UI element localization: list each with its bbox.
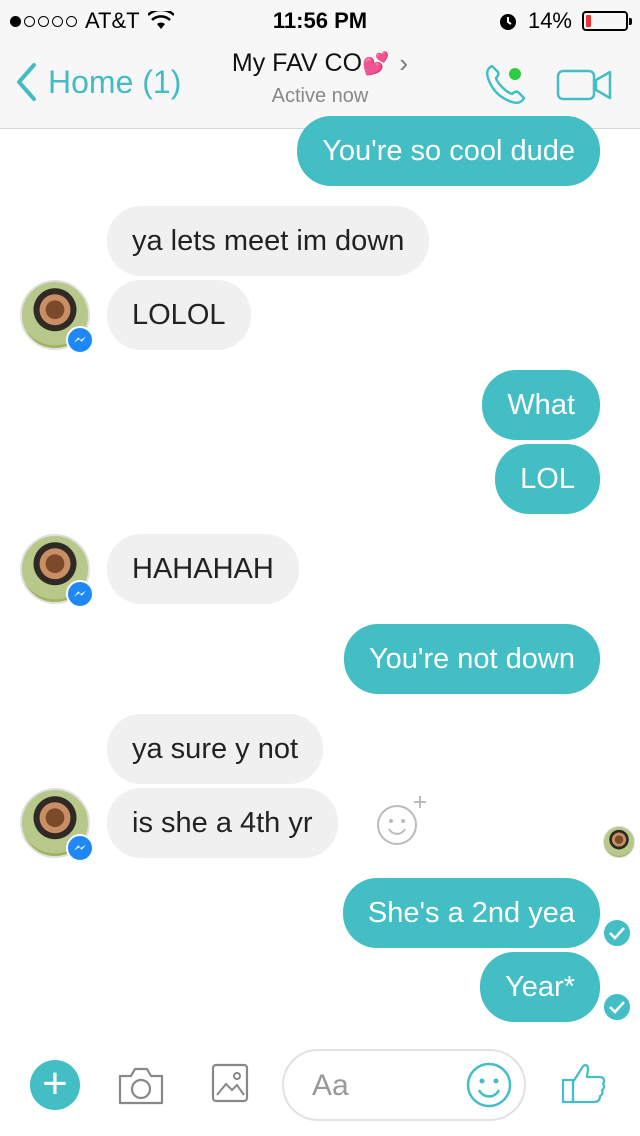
online-indicator — [509, 68, 521, 80]
heart-emoji: 💕 — [362, 51, 390, 76]
battery-percent: 14% — [527, 8, 572, 33]
message-bubble-incoming[interactable]: HAHAHAH — [107, 534, 299, 604]
gallery-icon[interactable] — [210, 1060, 250, 1106]
thumbs-up-icon[interactable] — [560, 1058, 608, 1106]
battery-icon — [582, 11, 632, 31]
message-bubble-outgoing[interactable]: You're so cool dude — [297, 116, 600, 186]
back-chevron-icon — [17, 63, 36, 101]
message-input[interactable]: Aa — [282, 1049, 526, 1121]
alarm-icon — [499, 14, 516, 30]
message-bubble-outgoing[interactable]: What — [482, 370, 600, 440]
status-right: 14% — [498, 8, 632, 34]
message-bubble-incoming[interactable]: ya sure y not — [107, 714, 324, 784]
emoji-icon[interactable] — [464, 1060, 514, 1110]
messenger-badge-icon — [66, 326, 94, 354]
messenger-badge-icon — [66, 834, 94, 862]
seen-avatar — [603, 826, 635, 858]
message-bubble-outgoing[interactable]: Year* — [480, 952, 600, 1022]
message-bubble-incoming[interactable]: is she a 4th yr — [107, 788, 338, 858]
plus-button[interactable]: + — [30, 1060, 80, 1110]
message-input-placeholder: Aa — [312, 1069, 349, 1102]
contact-name: My FAV CO💕 — [231, 49, 390, 77]
message-bubble-incoming[interactable]: LOLOL — [107, 280, 251, 350]
camera-icon[interactable] — [116, 1062, 166, 1108]
video-icon[interactable] — [556, 68, 612, 102]
active-status: Active now — [271, 85, 369, 107]
contact-title[interactable]: My FAV CO💕 › Active now — [210, 48, 430, 108]
back-label: Home (1) — [48, 63, 182, 100]
message-bubble-outgoing[interactable]: You're not down — [343, 624, 600, 694]
back-button[interactable]: Home (1) — [14, 62, 181, 102]
status-bar: AT&T 11:56 PM 14% — [0, 0, 640, 40]
phone-icon[interactable] — [482, 62, 528, 108]
message-bubble-incoming[interactable]: ya lets meet im down — [107, 206, 430, 276]
chevron-right-icon: › — [399, 48, 409, 78]
add-reaction-icon[interactable] — [374, 792, 430, 848]
message-bubble-outgoing[interactable]: LOL — [495, 444, 600, 514]
delivered-check-icon — [602, 992, 632, 1022]
message-bubble-outgoing[interactable]: She's a 2nd yea — [342, 878, 600, 948]
delivered-check-icon — [602, 918, 632, 948]
composer-bar: + Aa — [0, 1040, 640, 1136]
messenger-badge-icon — [66, 580, 94, 608]
